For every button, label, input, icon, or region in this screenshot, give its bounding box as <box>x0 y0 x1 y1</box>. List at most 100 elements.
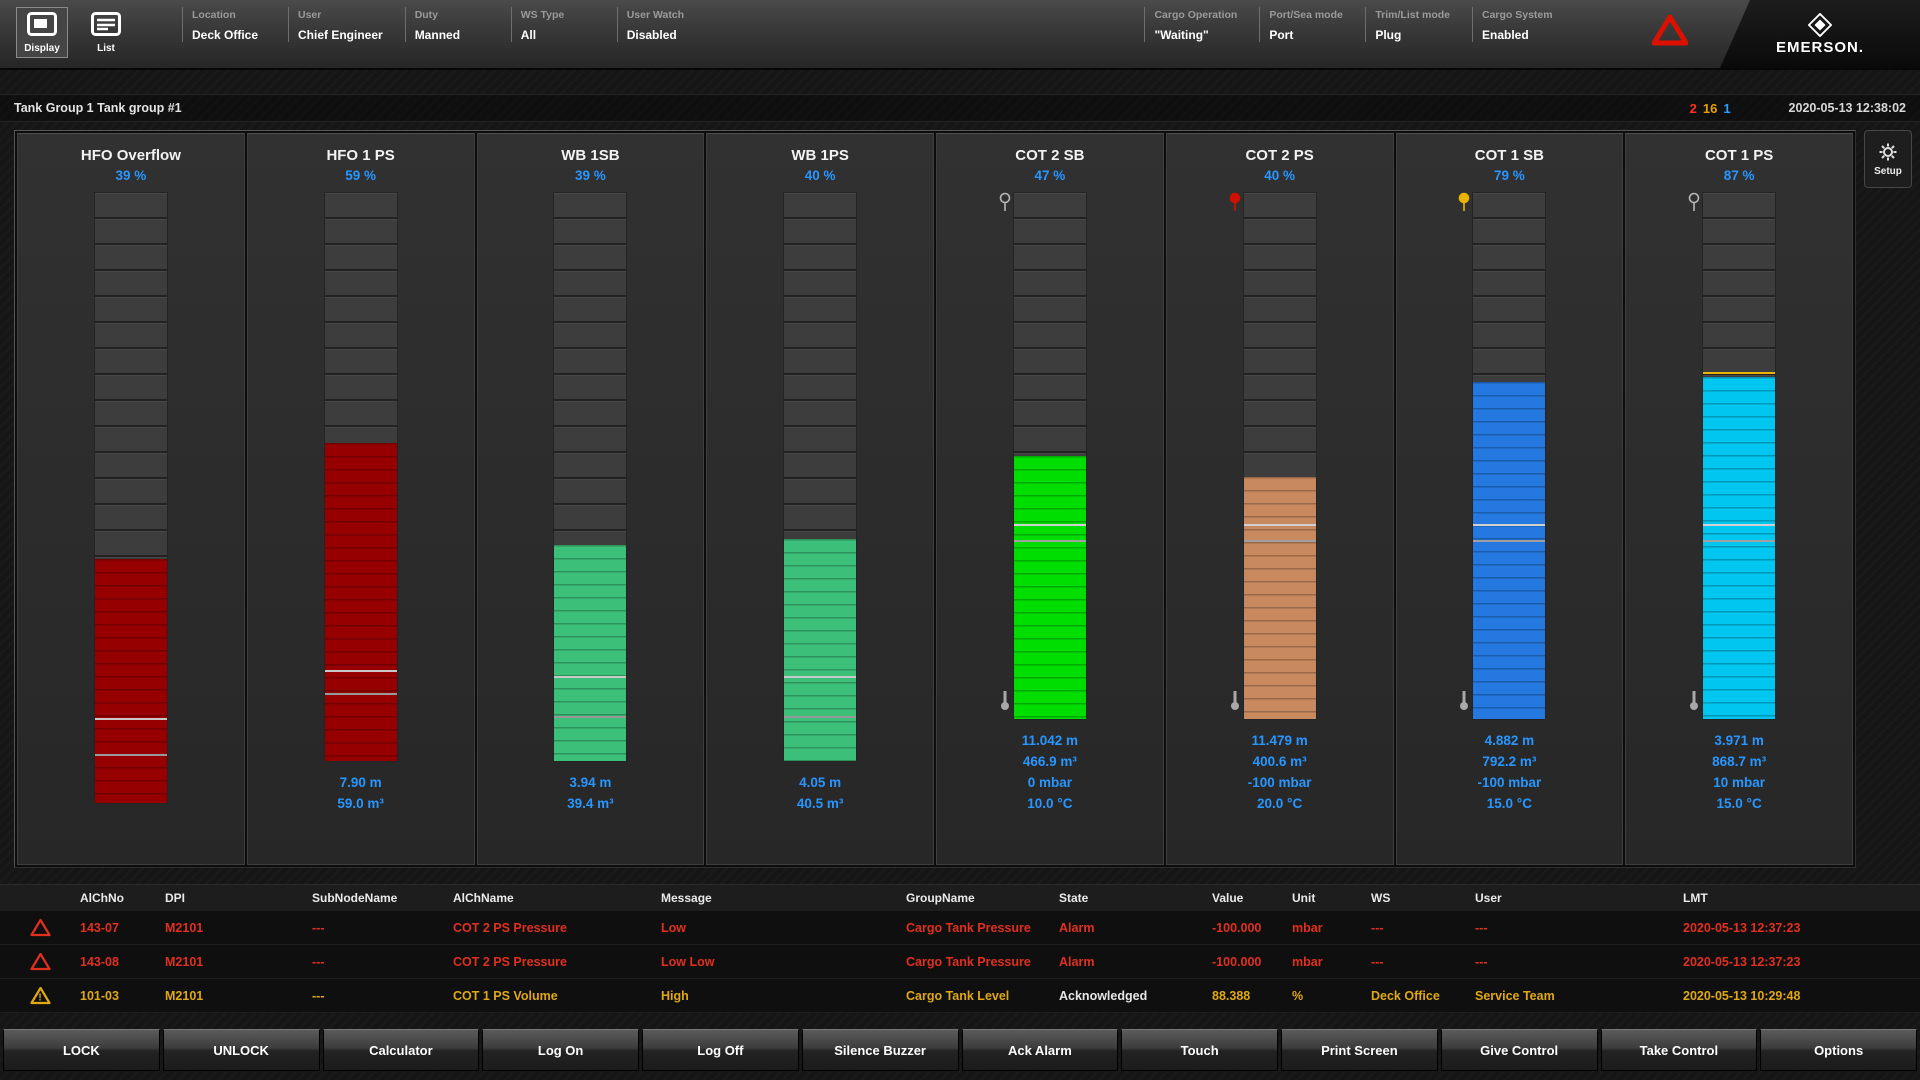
master-alarm-icon[interactable] <box>1652 14 1688 51</box>
alarm-row[interactable]: 143-07M2101---COT 2 PS PressureLowCargo … <box>0 911 1920 945</box>
tank-gauge[interactable] <box>532 192 648 762</box>
pressure-sensor-icon <box>1228 192 1242 213</box>
tank-level-percent[interactable]: 47 % <box>1034 168 1065 183</box>
alarm-cell-user: --- <box>1475 921 1683 935</box>
gauge-fill <box>1473 382 1545 719</box>
tank-level-percent[interactable]: 40 % <box>805 168 836 183</box>
action-button-calculator[interactable]: Calculator <box>323 1029 480 1071</box>
tank-panel-cot-1-ps: COT 1 PS87 %3.971 m868.7 m³10 mbar15.0 °… <box>1625 133 1853 865</box>
alarm-cell-message: High <box>661 989 906 1003</box>
action-button-ack-alarm[interactable]: Ack Alarm <box>962 1029 1119 1071</box>
tank-level-percent[interactable]: 39 % <box>575 168 606 183</box>
tank-name: WB 1PS <box>791 147 849 164</box>
action-button-unlock[interactable]: UNLOCK <box>163 1029 320 1071</box>
app-root: DisplayList LocationDeck OfficeUserChief… <box>0 0 1920 1080</box>
header-field-value: Deck Office <box>192 28 266 42</box>
alarm-row[interactable]: 143-08M2101---COT 2 PS PressureLow LowCa… <box>0 945 1920 979</box>
tank-readout-value: 792.2 m³ <box>1477 751 1541 772</box>
alarm-header-user: User <box>1475 891 1683 905</box>
limit-mark <box>784 676 856 678</box>
thermometer-icon <box>1230 689 1240 711</box>
alarm-table: AlChNoDPISubNodeNameAlChNameMessageGroup… <box>0 884 1920 1013</box>
alarm-count: 2 <box>1690 101 1697 116</box>
tank-readout-value: 3.94 m <box>567 772 614 793</box>
header-field-value: Enabled <box>1482 28 1556 42</box>
tank-readouts: 11.042 m466.9 m³0 mbar10.0 °C <box>1022 730 1078 814</box>
tank-readouts: 3.971 m868.7 m³10 mbar15.0 °C <box>1712 730 1766 814</box>
alarm-triangle-icon <box>1652 14 1688 46</box>
alarm-header-message: Message <box>661 891 906 905</box>
limit-mark <box>554 716 626 718</box>
gauge-bar[interactable] <box>1243 192 1317 720</box>
gauge-bar[interactable] <box>783 192 857 762</box>
tank-level-percent[interactable]: 79 % <box>1494 168 1525 183</box>
tank-readout-value: 3.971 m <box>1712 730 1766 751</box>
tank-level-percent[interactable]: 40 % <box>1264 168 1295 183</box>
gauge-bar[interactable] <box>553 192 627 762</box>
tank-gauge[interactable] <box>992 192 1108 720</box>
alarm-warning-icon <box>30 918 51 937</box>
tank-panel-cot-1-sb: COT 1 SB79 %4.882 m792.2 m³-100 mbar15.0… <box>1396 133 1624 865</box>
setup-button[interactable]: Setup <box>1864 130 1912 188</box>
limit-mark <box>1014 524 1086 526</box>
alarm-row-icon <box>30 918 51 937</box>
action-button-touch[interactable]: Touch <box>1121 1029 1278 1071</box>
tank-level-percent[interactable]: 59 % <box>345 168 376 183</box>
header-field-label: Port/Sea mode <box>1269 9 1343 21</box>
tank-readout-value: 15.0 °C <box>1477 793 1541 814</box>
side-column: Setup <box>1856 130 1920 868</box>
action-button-silence-buzzer[interactable]: Silence Buzzer <box>802 1029 959 1071</box>
tank-gauge[interactable] <box>1451 192 1567 720</box>
tank-readouts: 11.479 m400.6 m³-100 mbar20.0 °C <box>1248 730 1312 814</box>
alarm-table-header: AlChNoDPISubNodeNameAlChNameMessageGroup… <box>0 885 1920 911</box>
alarm-header-subnodename: SubNodeName <box>312 891 453 905</box>
tank-gauge[interactable] <box>73 192 189 804</box>
alarm-row[interactable]: !101-03M2101---COT 1 PS VolumeHighCargo … <box>0 979 1920 1013</box>
tank-gauge[interactable] <box>303 192 419 762</box>
gauge-bar[interactable] <box>1702 192 1776 720</box>
tank-level-percent[interactable]: 39 % <box>115 168 146 183</box>
action-button-take-control[interactable]: Take Control <box>1601 1029 1758 1071</box>
view-button-list[interactable]: List <box>80 7 132 58</box>
action-button-give-control[interactable]: Give Control <box>1441 1029 1598 1071</box>
tank-readout-value: 10.0 °C <box>1022 793 1078 814</box>
header-field-user: UserChief Engineer <box>288 7 395 42</box>
alarm-cell-unit: mbar <box>1292 921 1371 935</box>
tank-gauge[interactable] <box>1681 192 1797 720</box>
tank-name: HFO 1 PS <box>326 147 394 164</box>
alarm-cell-ws: --- <box>1371 955 1475 969</box>
gauge-bar[interactable] <box>94 192 168 804</box>
tank-name: HFO Overflow <box>81 147 181 164</box>
action-button-log-on[interactable]: Log On <box>482 1029 639 1071</box>
alarm-header-alchname: AlChName <box>453 891 661 905</box>
pressure-sensor-icon <box>1687 192 1701 213</box>
action-button-lock[interactable]: LOCK <box>3 1029 160 1071</box>
alarm-cell-message: Low <box>661 921 906 935</box>
pressure-sensor <box>1687 192 1701 218</box>
tank-level-percent[interactable]: 87 % <box>1724 168 1755 183</box>
action-button-log-off[interactable]: Log Off <box>642 1029 799 1071</box>
action-button-options[interactable]: Options <box>1760 1029 1917 1071</box>
tank-gauge[interactable] <box>762 192 878 762</box>
alarm-cell-user: --- <box>1475 955 1683 969</box>
view-button-display[interactable]: Display <box>16 7 68 58</box>
tank-readout-value: 4.05 m <box>797 772 844 793</box>
limit-mark <box>1703 372 1775 374</box>
header-field-value: Manned <box>415 28 489 42</box>
limit-mark <box>1473 524 1545 526</box>
list-icon <box>91 12 121 36</box>
header-field-port-sea-mode: Port/Sea modePort <box>1259 7 1355 42</box>
gauge-fill <box>1703 377 1775 719</box>
action-button-bar: LOCKUNLOCKCalculatorLog OnLog OffSilence… <box>0 1029 1920 1071</box>
alarm-cell-alchname: COT 2 PS Pressure <box>453 921 661 935</box>
tank-gauge[interactable] <box>1222 192 1338 720</box>
action-button-print-screen[interactable]: Print Screen <box>1281 1029 1438 1071</box>
tank-readouts: 4.05 m40.5 m³ <box>797 772 844 814</box>
tank-panel-wb-1ps: WB 1PS 40 % 4.05 m40.5 m³ <box>706 133 934 865</box>
gauge-bar[interactable] <box>1013 192 1087 720</box>
gauge-bar[interactable] <box>1472 192 1546 720</box>
tank-readout-value: 0 mbar <box>1022 772 1078 793</box>
gauge-bar[interactable] <box>324 192 398 762</box>
tank-panel-hfo-overflow: HFO Overflow 39 % <box>17 133 245 865</box>
limit-mark <box>325 693 397 695</box>
